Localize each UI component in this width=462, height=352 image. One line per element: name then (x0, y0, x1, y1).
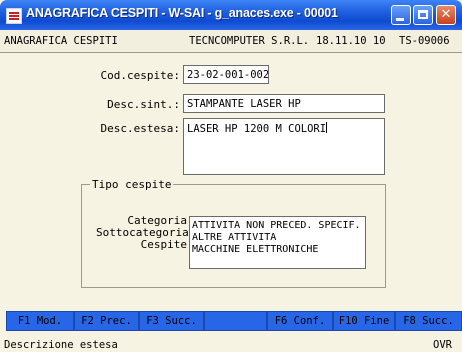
tipo-cespite-labels: Categoria Sottocategoria Cespite (96, 215, 189, 251)
f1-modify-button[interactable]: F1 Mod. (6, 311, 74, 331)
desc-estesa-label: Desc.estesa: (100, 122, 180, 135)
close-icon: ✕ (440, 7, 452, 22)
tipo-cespite-values: ATTIVITA NON PRECED. SPECIF. ALTRE ATTIV… (189, 216, 366, 269)
status-message: Descrizione estesa (4, 339, 118, 351)
tipo-cespite-title: Tipo cespite (90, 178, 174, 191)
f3-next-button[interactable]: F3 Succ. (139, 311, 204, 331)
company-name: TECNCOMPUTER S.R.L. (189, 35, 310, 47)
sottocategoria-value: ALTRE ATTIVITA (192, 232, 277, 243)
desc-sint-field[interactable]: STAMPANTE LASER HP (183, 94, 385, 113)
status-bar: Descrizione estesa OVR (0, 337, 462, 352)
maximize-icon (418, 10, 428, 19)
program-code: TS-09006 (399, 35, 450, 47)
cod-cespite-value: 23-02-001-002 (187, 69, 269, 81)
title-bar[interactable]: ANAGRAFICA CESPITI - W-SAI - g_anaces.ex… (0, 0, 462, 30)
f10-end-button[interactable]: F10 Fine (333, 311, 395, 331)
function-key-bar: F1 Mod. F2 Prec. F3 Succ. F6 Conf. F10 F… (6, 311, 462, 331)
cespite-label: Cespite (140, 238, 187, 251)
screen-header: ANAGRAFICA CESPITI TECNCOMPUTER S.R.L. 1… (0, 30, 462, 53)
f2-previous-button[interactable]: F2 Prec. (74, 311, 139, 331)
empty-function-key[interactable] (204, 311, 267, 331)
text-caret (326, 122, 328, 133)
cod-cespite-label: Cod.cespite: (100, 69, 180, 82)
header-date: 18.11.10 10 (316, 35, 386, 47)
minimize-icon (396, 18, 404, 21)
application-window: ANAGRAFICA CESPITI - W-SAI - g_anaces.ex… (0, 0, 462, 352)
desc-estesa-value: LASER HP 1200 M COLORI (187, 123, 327, 135)
window-title: ANAGRAFICA CESPITI - W-SAI - g_anaces.ex… (26, 6, 338, 20)
categoria-value: ATTIVITA NON PRECED. SPECIF. (192, 220, 361, 231)
desc-estesa-field[interactable]: LASER HP 1200 M COLORI (183, 118, 385, 175)
cespite-value: MACCHINE ELETTRONICHE (192, 244, 319, 255)
app-icon[interactable] (6, 8, 22, 24)
screen-name: ANAGRAFICA CESPITI (4, 35, 118, 47)
close-button[interactable]: ✕ (436, 5, 456, 25)
cod-cespite-field[interactable]: 23-02-001-002 (183, 65, 269, 84)
maximize-button[interactable] (413, 5, 433, 25)
insert-mode-indicator: OVR (433, 339, 452, 351)
minimize-button[interactable] (391, 5, 411, 25)
f8-next-button[interactable]: F8 Succ. (395, 311, 462, 331)
desc-sint-label: Desc.sint.: (107, 98, 180, 111)
f6-confirm-button[interactable]: F6 Conf. (267, 311, 333, 331)
desc-sint-value: STAMPANTE LASER HP (187, 98, 301, 110)
